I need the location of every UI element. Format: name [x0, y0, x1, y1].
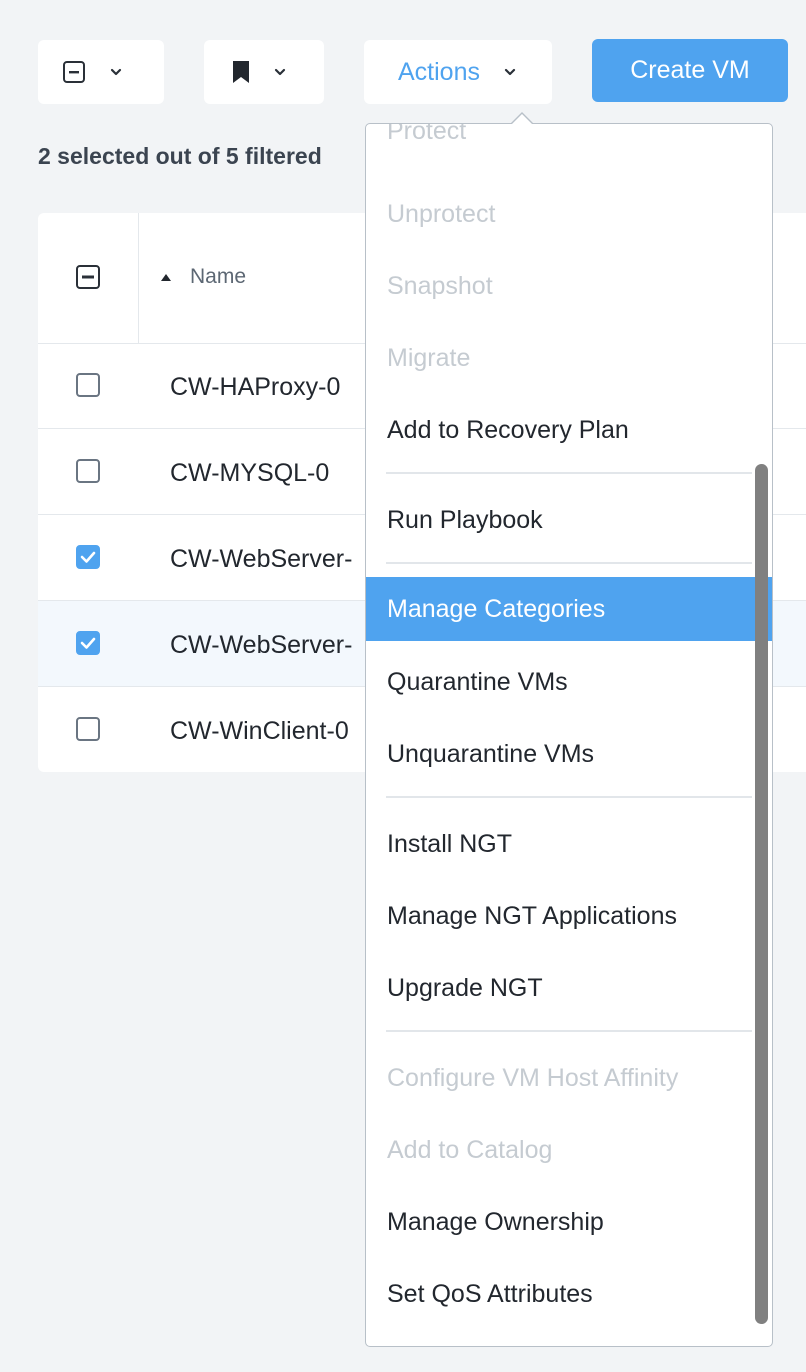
menu-item-add-to-recovery-plan[interactable]: Add to Recovery Plan	[366, 398, 772, 462]
menu-item-install-ngt[interactable]: Install NGT	[366, 812, 772, 876]
menu-divider	[386, 796, 752, 798]
header-checkbox-cell	[38, 213, 139, 343]
menu-scrollbar[interactable]	[755, 464, 768, 1324]
bookmark-icon	[233, 61, 249, 83]
vm-name[interactable]: CW-WebServer-	[170, 545, 352, 574]
menu-item-set-qos-attributes[interactable]: Set QoS Attributes	[366, 1262, 772, 1326]
column-header-name[interactable]: Name	[190, 265, 246, 289]
vm-name[interactable]: CW-HAProxy-0	[170, 373, 340, 402]
create-vm-button[interactable]: Create VM	[592, 39, 788, 102]
menu-item-quarantine-vms[interactable]: Quarantine VMs	[366, 650, 772, 714]
chevron-down-icon	[274, 68, 286, 76]
menu-item-upgrade-ngt[interactable]: Upgrade NGT	[366, 956, 772, 1020]
vm-name[interactable]: CW-WinClient-0	[170, 717, 349, 746]
menu-item-manage-categories[interactable]: Manage Categories	[366, 577, 772, 641]
row-checkbox[interactable]	[76, 459, 100, 483]
menu-divider	[386, 1030, 752, 1032]
chevron-down-icon	[504, 68, 516, 76]
menu-item-add-to-catalog: Add to Catalog	[387, 1135, 553, 1164]
row-checkbox[interactable]	[76, 717, 100, 741]
row-checkbox-checked[interactable]	[76, 545, 100, 569]
menu-item-manage-ngt-applications[interactable]: Manage NGT Applications	[366, 884, 772, 948]
menu-item-manage-ownership[interactable]: Manage Ownership	[366, 1190, 772, 1254]
menu-item-configure-vm-host-affinity: Configure VM Host Affinity	[387, 1063, 679, 1092]
select-all-checkbox[interactable]	[76, 265, 100, 289]
menu-divider	[386, 562, 752, 564]
row-checkbox-checked[interactable]	[76, 631, 100, 655]
actions-label: Actions	[398, 57, 480, 86]
row-checkbox[interactable]	[76, 373, 100, 397]
menu-item-run-playbook[interactable]: Run Playbook	[366, 488, 772, 552]
menu-item-migrate: Migrate	[387, 343, 471, 372]
minus-icon	[82, 275, 94, 279]
selection-count: 2 selected out of 5 filtered	[38, 143, 322, 169]
actions-menu: Protect Unprotect Snapshot Migrate Add t…	[365, 123, 773, 1347]
menu-divider	[386, 472, 752, 474]
menu-item-protect: Protect	[387, 123, 467, 145]
vm-name[interactable]: CW-MYSQL-0	[170, 459, 329, 488]
menu-item-unprotect: Unprotect	[387, 199, 496, 228]
checkmark-icon	[80, 551, 96, 563]
actions-dropdown[interactable]: Actions	[364, 40, 552, 104]
vm-name[interactable]: CW-WebServer-	[170, 631, 352, 660]
menu-caret-fill	[511, 114, 533, 125]
create-vm-label: Create VM	[630, 56, 750, 84]
chevron-down-icon	[110, 68, 122, 76]
menu-item-snapshot: Snapshot	[387, 271, 493, 300]
checkmark-icon	[80, 637, 96, 649]
bulk-select-dropdown[interactable]	[38, 40, 164, 104]
menu-item-unquarantine-vms[interactable]: Unquarantine VMs	[366, 722, 772, 786]
sort-ascending-icon	[161, 274, 171, 281]
bookmark-dropdown[interactable]	[204, 40, 324, 104]
minus-square-icon	[63, 61, 85, 83]
